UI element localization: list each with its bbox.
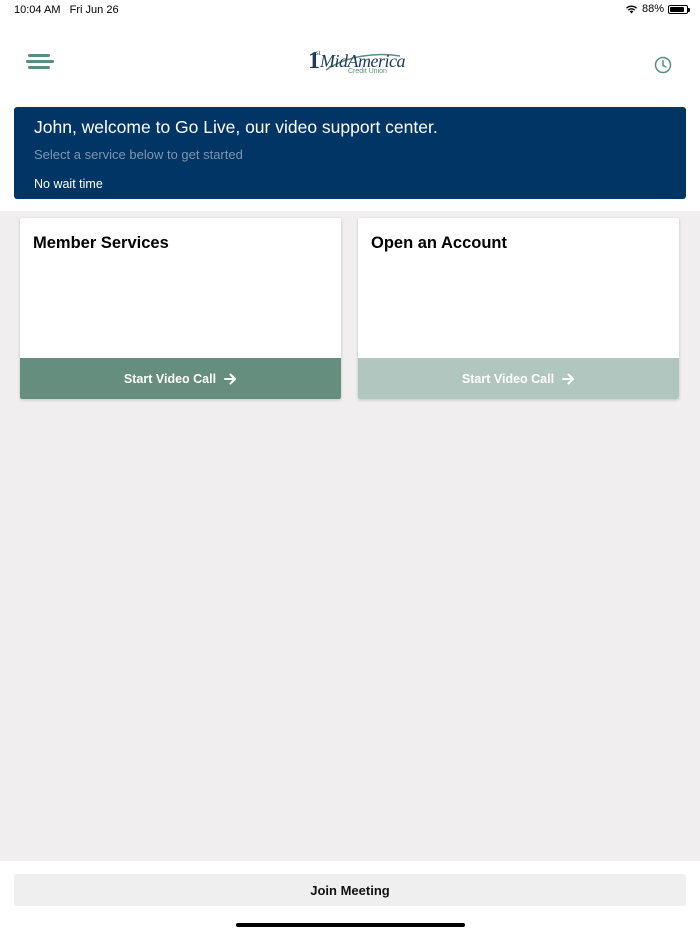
battery-level bbox=[670, 6, 685, 12]
service-title: Member Services bbox=[33, 234, 169, 252]
app-header: 1 st MidAmerica Credit Union bbox=[0, 20, 700, 106]
welcome-banner: John, welcome to Go Live, our video supp… bbox=[14, 107, 686, 199]
battery-icon bbox=[668, 4, 690, 14]
start-video-call-button-disabled[interactable]: Start Video Call bbox=[358, 358, 679, 399]
status-indicators: 88% bbox=[625, 3, 690, 15]
wait-time-text: No wait time bbox=[34, 177, 103, 191]
service-card-open-account: Open an Account Start Video Call bbox=[358, 218, 679, 399]
banner-title: John, welcome to Go Live, our video supp… bbox=[34, 117, 438, 137]
home-indicator[interactable] bbox=[236, 923, 465, 927]
hamburger-menu-icon[interactable] bbox=[26, 54, 54, 72]
start-video-call-button[interactable]: Start Video Call bbox=[20, 358, 341, 399]
footer: Join Meeting bbox=[0, 861, 700, 934]
status-date: Fri Jun 26 bbox=[69, 4, 119, 16]
credit-union-logo: 1 st MidAmerica Credit Union bbox=[308, 48, 405, 78]
button-label: Start Video Call bbox=[461, 371, 555, 386]
clock-icon[interactable] bbox=[654, 56, 672, 74]
logo-subtitle: Credit Union bbox=[348, 68, 387, 75]
button-label: Start Video Call bbox=[123, 371, 217, 386]
service-title: Open an Account bbox=[371, 234, 507, 252]
join-meeting-button[interactable]: Join Meeting bbox=[14, 874, 686, 906]
status-time: 10:04 AM Fri Jun 26 bbox=[14, 4, 119, 16]
status-clock: 10:04 AM bbox=[14, 4, 61, 16]
arrow-right-icon bbox=[224, 373, 237, 384]
services-area: Member Services Start Video Call Open an… bbox=[0, 211, 700, 861]
battery-percent: 88% bbox=[641, 3, 664, 15]
wifi-icon bbox=[625, 5, 637, 14]
banner-subtitle: Select a service below to get started bbox=[34, 147, 243, 162]
service-card-member-services: Member Services Start Video Call bbox=[20, 218, 341, 399]
arrow-right-icon bbox=[562, 373, 575, 384]
status-bar: 10:04 AM Fri Jun 26 88% bbox=[0, 0, 700, 20]
